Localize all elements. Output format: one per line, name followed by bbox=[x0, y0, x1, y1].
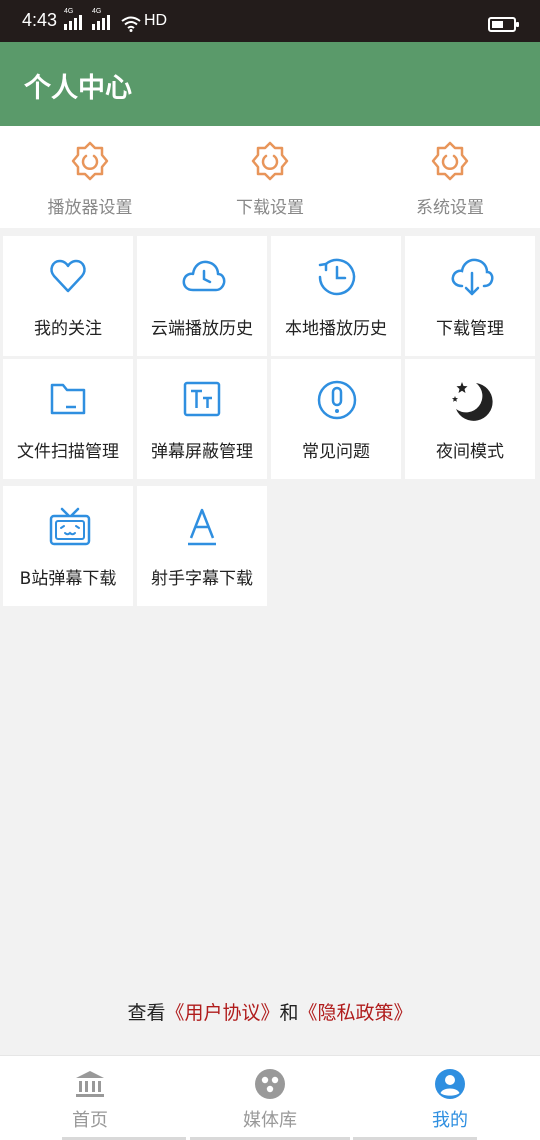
tile-label: 夜间模式 bbox=[436, 442, 504, 462]
bank-icon bbox=[76, 1071, 104, 1097]
agreement-connector: 和 bbox=[279, 1002, 299, 1024]
tile-faq[interactable]: 常见问题 bbox=[271, 359, 401, 479]
setting-label: 下载设置 bbox=[236, 198, 304, 218]
tile-label: 常见问题 bbox=[302, 442, 370, 462]
tile-local-history[interactable]: 本地播放历史 bbox=[271, 236, 401, 356]
tile-danmaku-block[interactable]: 弹幕屏蔽管理 bbox=[137, 359, 267, 479]
gear-icon bbox=[251, 141, 289, 181]
media-library-icon bbox=[255, 1069, 285, 1099]
signal-icon-2: 4G bbox=[92, 8, 114, 30]
tile-label: 文件扫描管理 bbox=[17, 442, 119, 462]
exclamation-icon bbox=[317, 380, 357, 420]
download-settings-button[interactable]: 下载设置 bbox=[180, 126, 360, 228]
system-settings-button[interactable]: 系统设置 bbox=[360, 126, 540, 228]
cloud-download-icon bbox=[451, 258, 494, 296]
tile-label: 我的关注 bbox=[34, 319, 102, 339]
status-time: 4:43 bbox=[22, 10, 58, 30]
tv-icon bbox=[49, 507, 91, 546]
app-bar: 个人中心 bbox=[0, 42, 540, 126]
hd-indicator: HD bbox=[144, 12, 168, 29]
tile-file-scan[interactable]: 文件扫描管理 bbox=[3, 359, 133, 479]
battery-icon bbox=[488, 17, 519, 32]
setting-label: 系统设置 bbox=[416, 198, 484, 218]
player-settings-button[interactable]: 播放器设置 bbox=[0, 126, 180, 228]
tile-label: 射手字幕下载 bbox=[151, 569, 253, 589]
tile-label: 本地播放历史 bbox=[285, 319, 387, 339]
privacy-policy-link[interactable]: 《隐私政策》 bbox=[299, 1002, 413, 1024]
folder-icon bbox=[50, 383, 86, 415]
status-bar: 4:43 4G 4G HD bbox=[0, 0, 540, 42]
heart-icon bbox=[50, 259, 86, 293]
nav-label: 媒体库 bbox=[243, 1110, 297, 1131]
wifi-icon bbox=[121, 16, 141, 32]
tile-label: 云端播放历史 bbox=[151, 319, 253, 339]
tile-subtitle-download[interactable]: 射手字幕下载 bbox=[137, 486, 267, 606]
page-title: 个人中心 bbox=[24, 73, 132, 104]
tile-label: 弹幕屏蔽管理 bbox=[151, 442, 253, 462]
nav-label: 我的 bbox=[432, 1110, 468, 1131]
nav-home[interactable]: 首页 bbox=[0, 1056, 180, 1140]
gear-icon bbox=[431, 141, 469, 181]
tile-download-manager[interactable]: 下载管理 bbox=[405, 236, 535, 356]
tile-label: B站弹幕下载 bbox=[19, 569, 117, 589]
text-icon bbox=[183, 381, 221, 417]
agreement-text: 查看《用户协议》和《隐私政策》 bbox=[0, 998, 540, 1025]
tile-cloud-history[interactable]: 云端播放历史 bbox=[137, 236, 267, 356]
nav-media-library[interactable]: 媒体库 bbox=[180, 1056, 360, 1140]
history-icon bbox=[318, 258, 356, 296]
agreement-prefix: 查看 bbox=[127, 1002, 166, 1024]
user-agreement-link[interactable]: 《用户协议》 bbox=[165, 1002, 279, 1024]
setting-label: 播放器设置 bbox=[47, 198, 133, 218]
gear-icon bbox=[71, 141, 109, 181]
nav-label: 首页 bbox=[72, 1110, 108, 1131]
signal-icon: 4G bbox=[64, 8, 86, 30]
tile-night-mode[interactable]: 夜间模式 bbox=[405, 359, 535, 479]
cloud-clock-icon bbox=[182, 260, 226, 292]
tile-my-follows[interactable]: 我的关注 bbox=[3, 236, 133, 356]
tile-bilibili-danmaku[interactable]: B站弹幕下载 bbox=[3, 486, 133, 606]
tile-label: 下载管理 bbox=[436, 319, 504, 339]
bottom-nav: 首页 媒体库 我的 bbox=[0, 1055, 540, 1140]
battery-level bbox=[492, 21, 503, 28]
user-icon bbox=[435, 1069, 465, 1099]
nav-me[interactable]: 我的 bbox=[360, 1056, 540, 1140]
moon-stars-icon bbox=[452, 382, 493, 421]
letter-a-icon bbox=[188, 508, 216, 546]
settings-row: 播放器设置 下载设置 系统设置 bbox=[0, 126, 540, 228]
